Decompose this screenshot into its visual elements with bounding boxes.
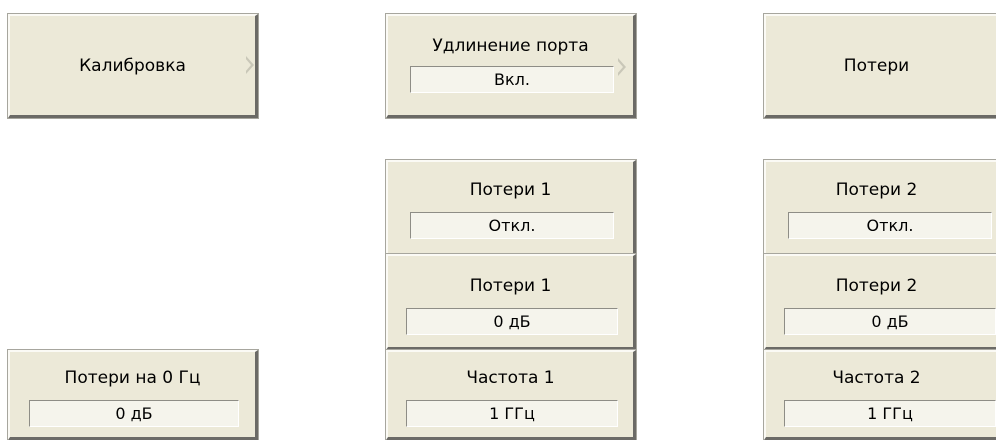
calibration-button[interactable]: Калибровка (7, 13, 259, 119)
submenu-arrow-icon (617, 58, 626, 76)
loss2-state-label: Потери 2 (835, 180, 918, 200)
loss2-value-field: 0 дБ (784, 308, 996, 335)
loss2-value-button[interactable]: Потери 2 0 дБ (763, 253, 996, 351)
loss-label: Потери (843, 56, 910, 76)
calibration-label: Калибровка (79, 56, 186, 76)
frequency1-value: 1 ГГц (406, 400, 618, 427)
frequency2-label: Частота 2 (832, 368, 921, 388)
loss-at-0hz-value: 0 дБ (29, 400, 239, 427)
loss-at-0hz-button[interactable]: Потери на 0 Гц 0 дБ (7, 349, 259, 440)
loss2-value-label: Потери 2 (835, 276, 918, 296)
frequency2-button[interactable]: Частота 2 1 ГГц (763, 349, 996, 440)
loss-at-0hz-label: Потери на 0 Гц (64, 368, 201, 388)
loss2-state-button[interactable]: Потери 2 Откл. (763, 159, 996, 257)
submenu-arrow-icon (245, 56, 254, 74)
loss1-state-value: Откл. (410, 212, 614, 239)
loss-button[interactable]: Потери (763, 13, 996, 119)
port-extension-button[interactable]: Удлинение порта Вкл. (385, 13, 637, 119)
port-extension-label: Удлинение порта (432, 36, 589, 56)
loss1-value-field: 0 дБ (406, 308, 618, 335)
frequency1-button[interactable]: Частота 1 1 ГГц (385, 349, 637, 440)
frequency2-value: 1 ГГц (784, 400, 996, 427)
port-extension-value: Вкл. (410, 66, 614, 93)
loss1-value-button[interactable]: Потери 1 0 дБ (385, 253, 637, 351)
loss1-state-label: Потери 1 (469, 180, 552, 200)
loss1-state-button[interactable]: Потери 1 Откл. (385, 159, 637, 257)
loss2-state-value: Откл. (788, 212, 992, 239)
loss1-value-label: Потери 1 (469, 276, 552, 296)
frequency1-label: Частота 1 (466, 368, 555, 388)
